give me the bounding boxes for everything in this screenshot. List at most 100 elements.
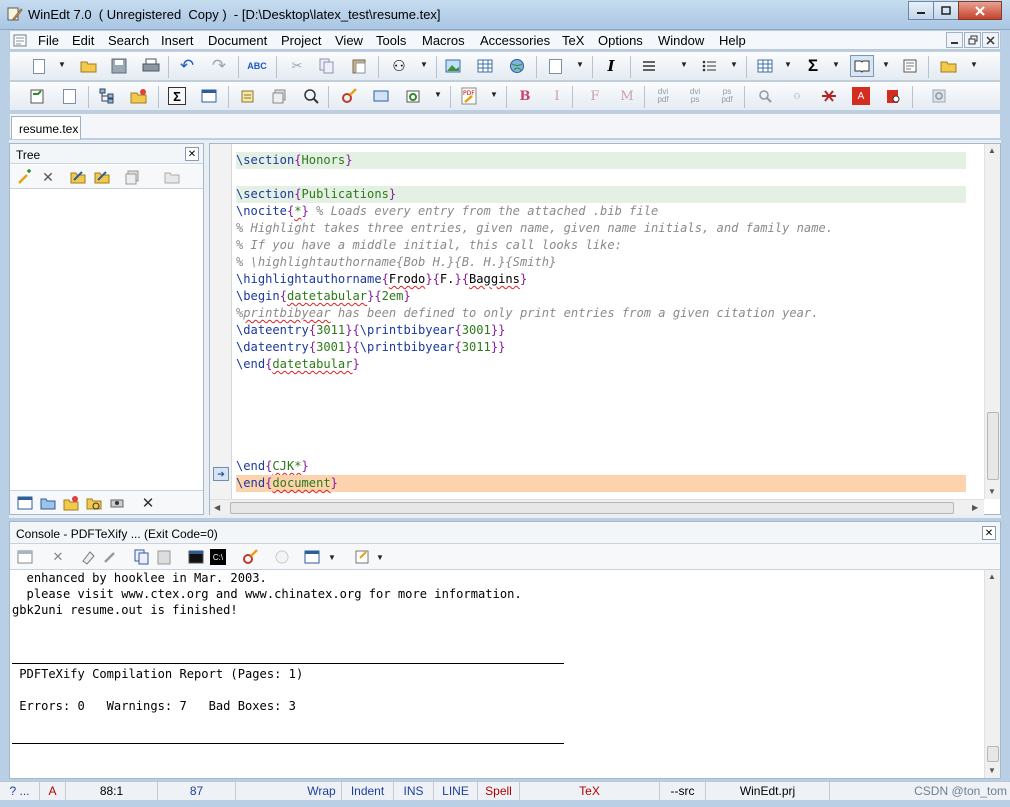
code-line[interactable]: % If you have a middle initial, this cal… [236, 237, 966, 254]
table-icon[interactable] [476, 57, 494, 75]
delete-icon[interactable]: ✕ [40, 169, 56, 185]
chevron-down-icon[interactable]: ▼ [376, 553, 384, 562]
status-ins[interactable]: INS [394, 782, 434, 801]
dvi-to-pdf-button[interactable]: dvi pdf [654, 87, 672, 105]
menu-view[interactable]: View [335, 33, 363, 48]
gather-tree-icon[interactable] [86, 495, 102, 511]
math-button[interactable]: M [618, 87, 636, 105]
chevron-down-icon[interactable]: ▼ [434, 90, 442, 99]
chevron-down-icon[interactable]: ▼ [490, 90, 498, 99]
editor-gutter[interactable]: ➔ [210, 144, 232, 499]
menu-macros[interactable]: Macros [422, 33, 465, 48]
redo-icon[interactable]: ↷ [210, 56, 228, 75]
page-icon[interactable] [60, 87, 78, 105]
paste-icon[interactable] [156, 549, 172, 565]
new-document-icon[interactable] [30, 57, 48, 75]
ps-to-pdf-button[interactable]: ps pdf [718, 87, 736, 105]
menu-help[interactable]: Help [719, 33, 746, 48]
copy-icon[interactable] [318, 57, 336, 75]
code-line[interactable] [236, 169, 966, 186]
pdf-icon[interactable]: A [852, 87, 870, 105]
code-line[interactable]: \begin{datetabular}{2em} [236, 288, 966, 305]
console-scroll-thumb[interactable] [987, 746, 999, 762]
spell-check-icon[interactable]: ABC [247, 57, 267, 75]
code-line[interactable]: \nocite{*} % Loads every entry from the … [236, 203, 966, 220]
code-line[interactable]: % Highlight takes three entries, given n… [236, 220, 966, 237]
code-line[interactable]: % \highlightauthorname{Bob H.}{B. H.}{Sm… [236, 254, 966, 271]
code-line[interactable] [236, 407, 966, 424]
editor-pane[interactable]: ➔ \section{Honors} \section{Publications}… [209, 143, 1001, 515]
note-icon[interactable] [901, 57, 919, 75]
pdf-search-icon[interactable] [884, 87, 902, 105]
dvi-to-ps-button[interactable]: dvi ps [686, 87, 704, 105]
italic-button[interactable]: I [548, 87, 566, 105]
menu-file[interactable]: File [38, 33, 59, 48]
close-x-icon[interactable]: ✕ [140, 495, 156, 512]
menu-project[interactable]: Project [281, 33, 321, 48]
console-window-icon[interactable] [17, 549, 33, 565]
tree-view-icon[interactable] [17, 495, 33, 511]
chevron-down-icon[interactable]: ▼ [680, 60, 688, 69]
close-button[interactable] [958, 1, 1002, 20]
menu-tools[interactable]: Tools [376, 33, 406, 48]
globe-icon[interactable] [508, 57, 526, 75]
open-folder-icon[interactable] [80, 57, 98, 75]
find-binoculars-icon[interactable]: ⚇ [390, 57, 408, 75]
chevron-down-icon[interactable]: ▼ [420, 60, 428, 69]
align-icon[interactable] [640, 57, 658, 75]
document-menu-icon[interactable] [13, 34, 27, 47]
code-line[interactable]: \end{CJK*} [236, 458, 966, 475]
copy-icon[interactable] [134, 549, 150, 565]
folder-open-icon[interactable] [164, 169, 180, 185]
status-position[interactable]: 88:1 [66, 782, 158, 801]
editor-horizontal-scrollbar[interactable]: ◀ ▶ [210, 499, 984, 515]
code-line[interactable] [236, 424, 966, 441]
stack-gray-icon[interactable] [124, 169, 140, 185]
tab-resume-tex[interactable]: resume.tex [11, 116, 81, 139]
magnify-icon[interactable] [302, 87, 320, 105]
status-line[interactable]: LINE [434, 782, 478, 801]
gather-icon[interactable] [238, 87, 256, 105]
menu-options[interactable]: Options [598, 33, 643, 48]
project-tree-icon[interactable] [63, 495, 79, 511]
circle-icon[interactable] [274, 549, 290, 565]
window-icon[interactable] [200, 87, 218, 105]
folder-tree-icon[interactable] [40, 495, 56, 511]
grid-icon[interactable] [756, 57, 774, 75]
terminal-icon[interactable] [188, 549, 204, 565]
code-area[interactable]: \section{Honors} \section{Publications} \n… [236, 144, 971, 499]
code-line[interactable]: \section{Publications} [236, 186, 966, 203]
save-icon[interactable] [110, 57, 128, 75]
bookmark-arrow-icon[interactable]: ➔ [213, 467, 229, 481]
bib-icon[interactable] [820, 87, 838, 105]
status-indent[interactable]: Indent [342, 782, 394, 801]
menu-insert[interactable]: Insert [161, 33, 194, 48]
folder-icon[interactable] [940, 57, 958, 75]
eraser-icon[interactable] [80, 549, 96, 565]
cut-icon[interactable]: ✂ [288, 57, 306, 75]
console-close-button[interactable]: ✕ [982, 526, 996, 540]
add-tree-icon[interactable] [17, 169, 33, 185]
dvi-icon[interactable]: ⚇ [788, 87, 806, 105]
sigma-box-icon[interactable]: Σ [168, 87, 186, 105]
code-line[interactable] [236, 390, 966, 407]
menu-accessories[interactable]: Accessories [480, 33, 550, 48]
chevron-down-icon[interactable]: ▼ [730, 60, 738, 69]
code-line[interactable]: \section{Honors} [236, 152, 966, 169]
cmd-icon[interactable]: C:\ [210, 549, 226, 565]
code-line[interactable] [236, 441, 966, 458]
chevron-down-icon[interactable]: ▼ [832, 60, 840, 69]
refresh-icon[interactable] [404, 87, 422, 105]
status-wrap[interactable]: Wrap [302, 782, 342, 801]
code-line[interactable]: \highlightauthorname{Frodo}{F.}{Baggins} [236, 271, 966, 288]
font-button[interactable]: F [586, 87, 604, 105]
scroll-down-icon[interactable]: ▼ [988, 487, 996, 496]
chevron-down-icon[interactable]: ▼ [58, 60, 66, 69]
horizontal-scroll-thumb[interactable] [230, 502, 954, 514]
code-line[interactable]: \dateentry{3011}{\printbibyear{3001}} [236, 322, 966, 339]
folder-yellow2-icon[interactable] [94, 169, 110, 185]
doc-drop-icon[interactable] [354, 549, 370, 565]
vertical-scroll-thumb[interactable] [987, 412, 999, 480]
console-vertical-scrollbar[interactable]: ▲ ▼ [984, 570, 1000, 778]
code-line[interactable]: \dateentry{3001}{\printbibyear{3011}} [236, 339, 966, 356]
